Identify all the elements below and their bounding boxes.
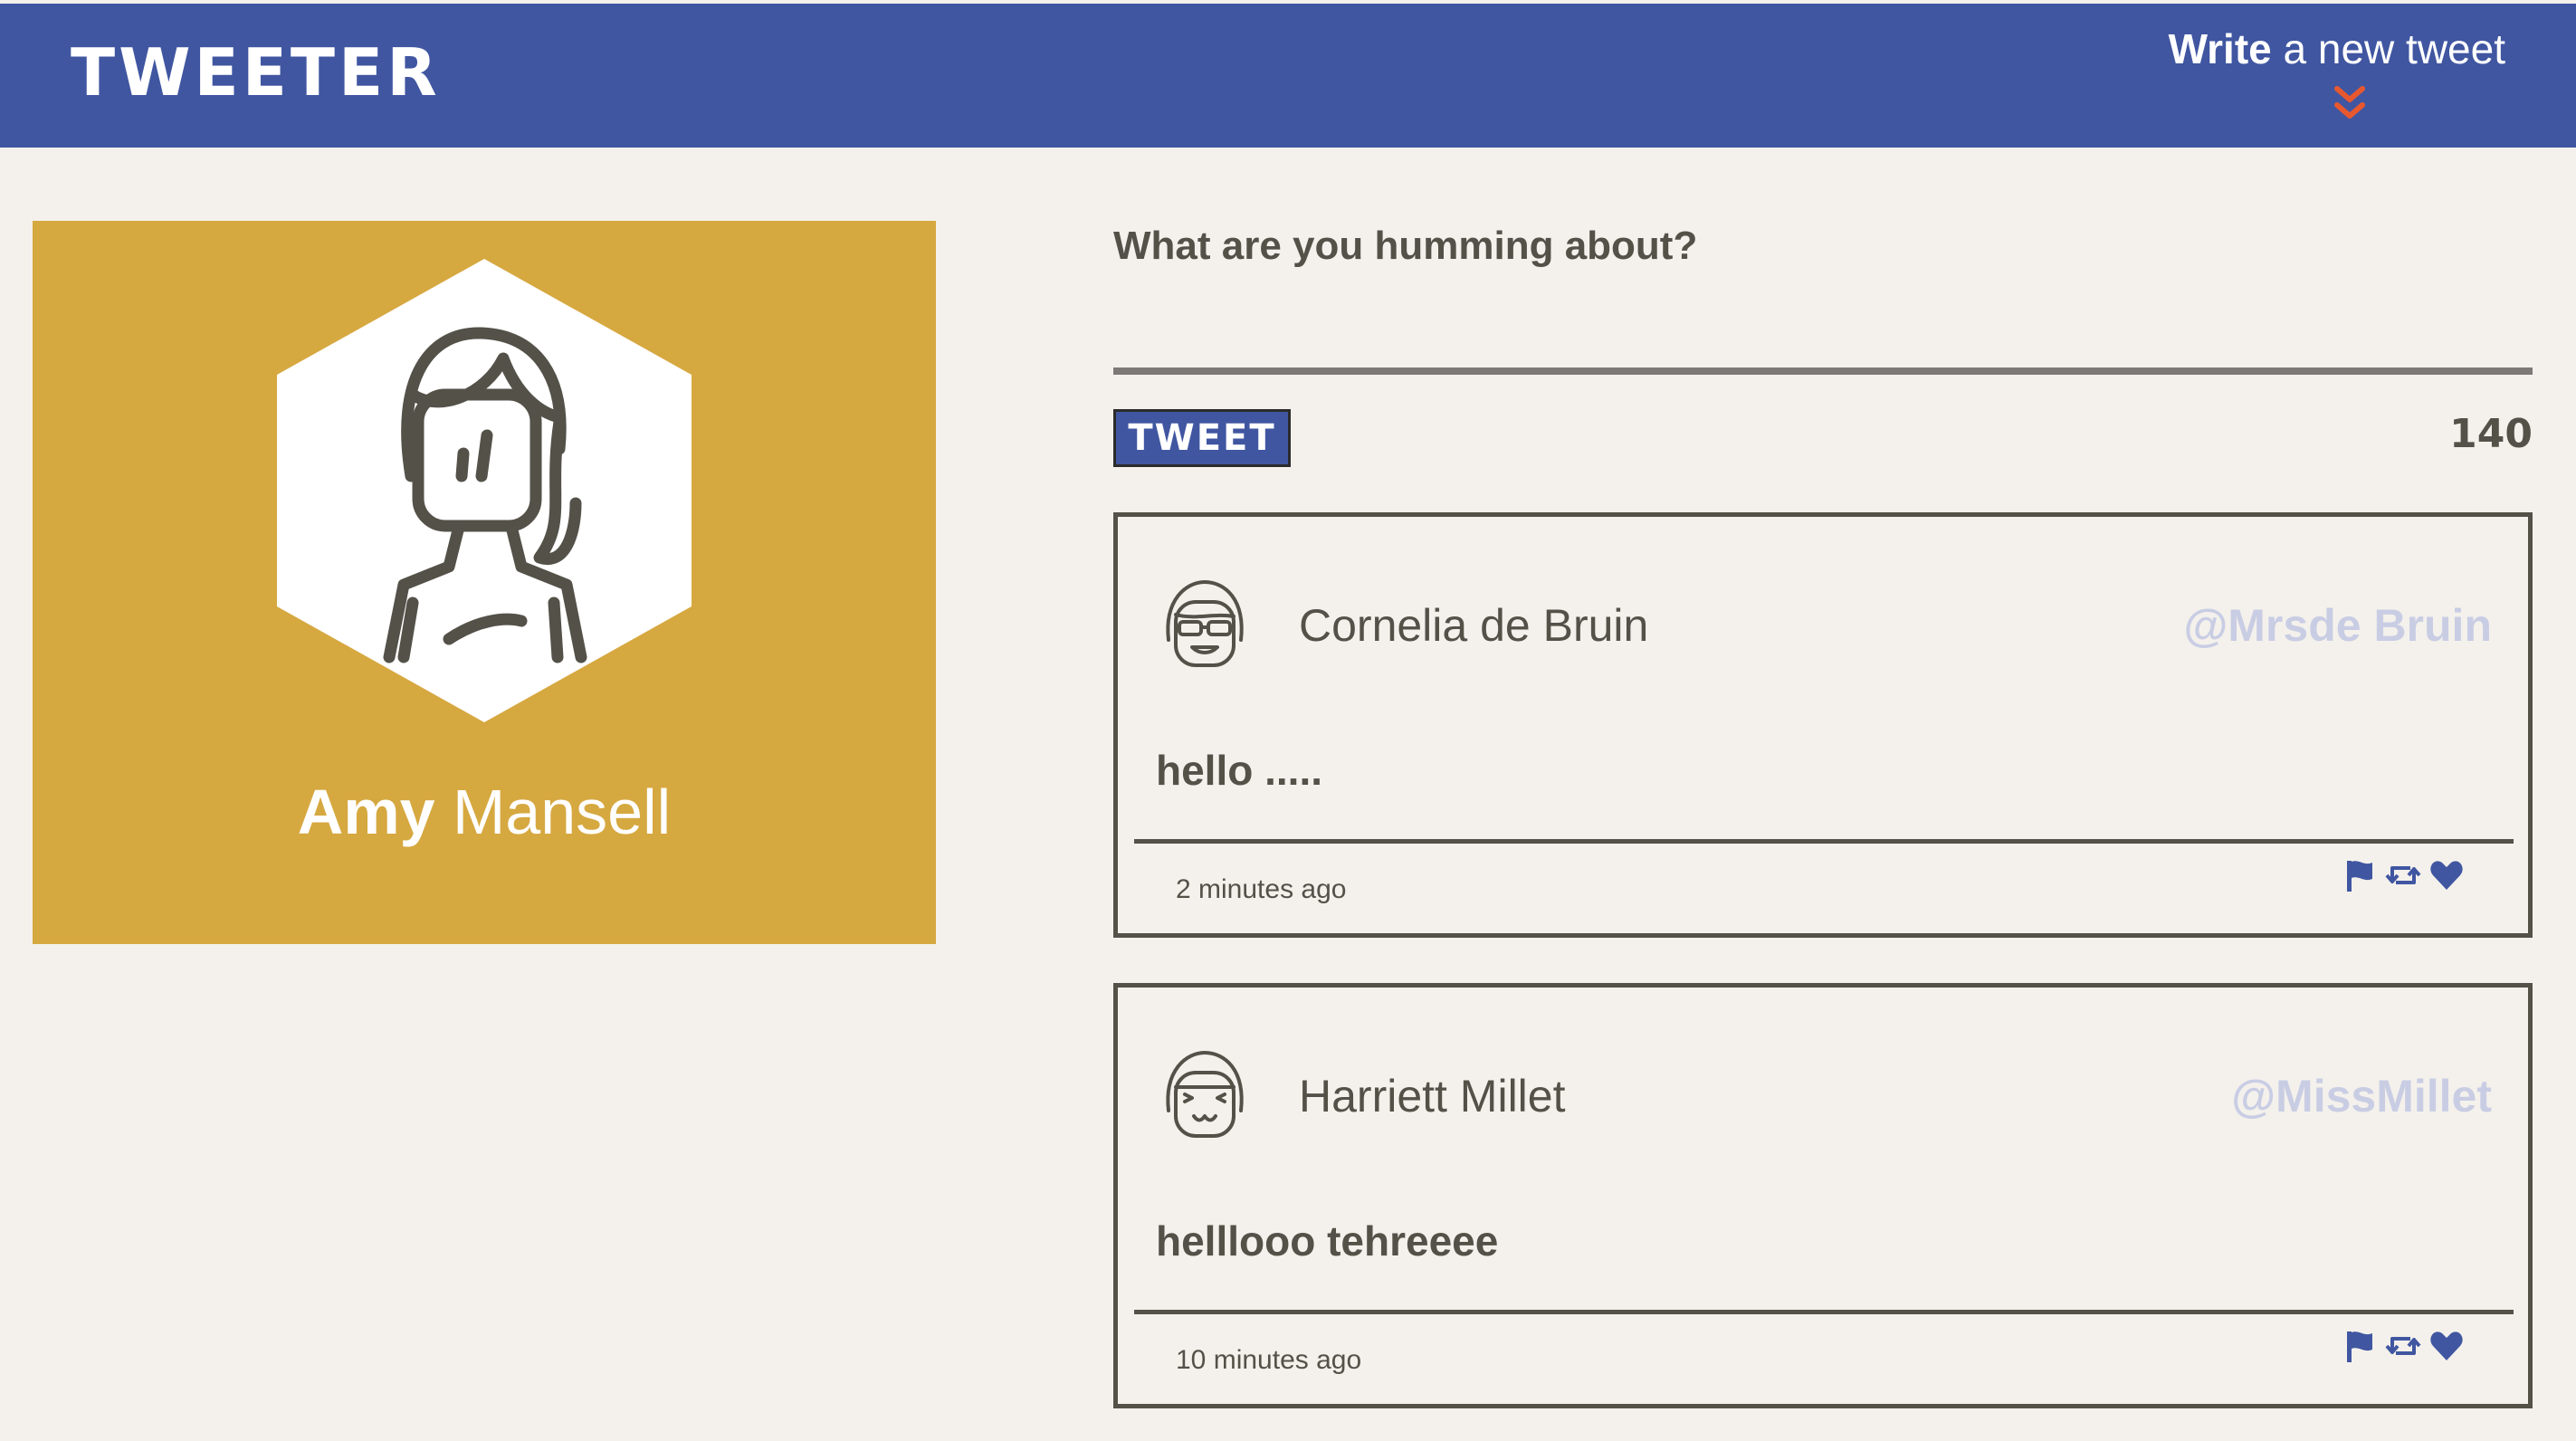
composer-underline	[1113, 367, 2533, 375]
sunglasses-avatar-icon	[1166, 580, 1244, 667]
girl-avatar-icon	[277, 259, 692, 722]
tweet-submit-button[interactable]: TWEET	[1113, 409, 1291, 467]
profile-first-name: Amy	[297, 777, 435, 847]
tweet-timestamp: 2 minutes ago	[1176, 874, 1347, 904]
new-tweet-form	[1113, 210, 2533, 382]
tweet-author-name: Harriett Millet	[1299, 1071, 1566, 1121]
tweet-content: hello .....	[1156, 747, 1323, 794]
tweet-card: Harriett Millet @MissMillet helllooo teh…	[1113, 983, 2533, 1408]
profile-card: Amy Mansell	[33, 221, 936, 944]
write-label-rest: a new tweet	[2271, 25, 2506, 72]
top-nav-bar: TWEETER Write a new tweet	[0, 4, 2576, 148]
flag-icon[interactable]	[2342, 1328, 2378, 1364]
brand-logo[interactable]: TWEETER	[71, 36, 441, 109]
heart-icon[interactable]	[2428, 1328, 2465, 1364]
write-new-tweet-label: Write a new tweet	[2125, 24, 2505, 74]
retweet-icon[interactable]	[2385, 857, 2421, 893]
tweet-author-handle: @Mrsde Bruin	[2183, 600, 2492, 651]
profile-last-name: Mansell	[434, 777, 672, 847]
retweet-icon[interactable]	[2385, 1328, 2421, 1364]
tweet-timestamp: 10 minutes ago	[1176, 1345, 1362, 1375]
happy-avatar-icon	[1166, 1051, 1244, 1138]
double-chevron-down-icon[interactable]	[2330, 83, 2370, 123]
tweet-content: helllooo tehreeee	[1156, 1217, 1499, 1264]
write-new-tweet-button[interactable]: Write a new tweet	[2125, 24, 2505, 123]
tweet-actions	[2342, 1328, 2468, 1364]
character-counter: 140	[2449, 411, 2533, 457]
tweet-text-input[interactable]	[1113, 210, 2533, 364]
write-label-bold: Write	[2168, 25, 2272, 72]
profile-name: Amy Mansell	[33, 771, 936, 853]
tweet-author-handle: @MissMillet	[2231, 1071, 2492, 1121]
tweet-divider	[1134, 839, 2514, 844]
tweet-card: Cornelia de Bruin @Mrsde Bruin hello ...…	[1113, 512, 2533, 938]
flag-icon[interactable]	[2342, 857, 2378, 893]
heart-icon[interactable]	[2428, 857, 2465, 893]
tweet-actions	[2342, 857, 2468, 893]
tweet-divider	[1134, 1310, 2514, 1314]
tweet-author-name: Cornelia de Bruin	[1299, 600, 1649, 651]
